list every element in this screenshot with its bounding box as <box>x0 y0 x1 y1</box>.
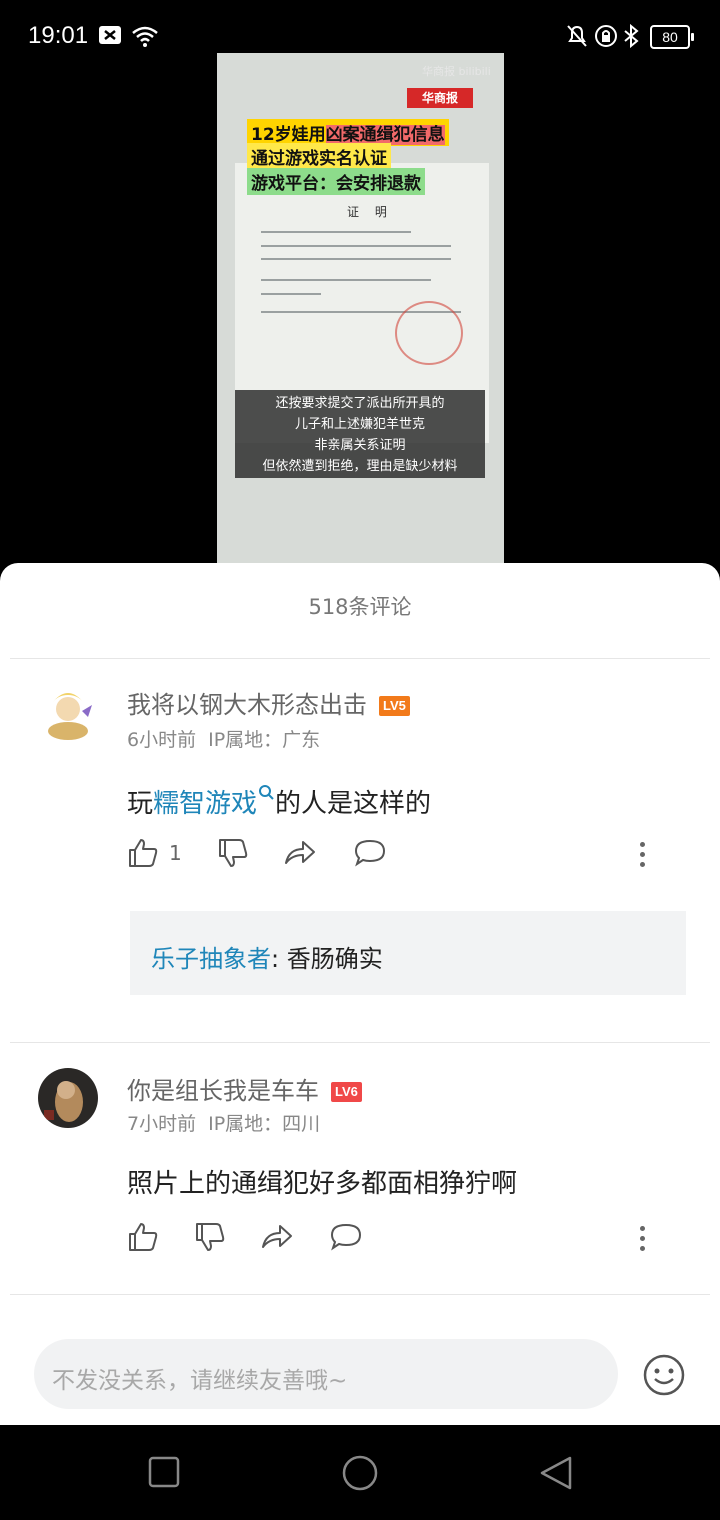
divider <box>10 1294 710 1295</box>
comment-actions <box>127 1221 687 1257</box>
doc-text-line <box>261 231 411 233</box>
comment-text: 照片上的通缉犯好多都面相狰狞啊 <box>127 1169 518 1199</box>
like-icon[interactable] <box>127 837 159 869</box>
search-icon <box>259 785 274 800</box>
more-options-icon[interactable] <box>640 1226 648 1256</box>
headline-2: 通过游戏实名认证 <box>247 143 391 170</box>
reply-preview[interactable]: 乐子抽象者: 香肠确实 <box>130 911 686 995</box>
divider <box>10 1042 710 1043</box>
comment-input[interactable]: 不发没关系，请继续友善哦~ <box>34 1339 618 1409</box>
comment-text: 玩糯智游戏 的人是这样的 <box>127 783 431 820</box>
level-badge: LV5 <box>379 696 410 716</box>
comment-username[interactable]: 你是组长我是车车 LV6 <box>127 1071 362 1106</box>
video-caption: 还按要求提交了派出所开具的 儿子和上述嫌犯羊世克 非亲属关系证明 但依然遭到拒绝… <box>235 390 485 478</box>
doc-text-line <box>261 293 321 295</box>
dislike-icon[interactable] <box>217 837 249 869</box>
avatar[interactable] <box>38 1068 98 1128</box>
doc-text-line <box>261 279 431 281</box>
comment-count-title: 518条评论 <box>308 595 412 619</box>
clock: 19:01 <box>28 22 89 49</box>
emoji-icon[interactable] <box>642 1353 686 1397</box>
reply-icon[interactable] <box>353 837 387 869</box>
reply-icon[interactable] <box>329 1221 363 1253</box>
share-icon[interactable] <box>283 837 317 869</box>
battery-indicator: 80 <box>650 25 694 49</box>
bluetooth-icon <box>624 24 639 48</box>
comment-input-placeholder: 不发没关系，请继续友善哦~ <box>52 1368 348 1394</box>
official-stamp <box>395 301 463 365</box>
notification-icon <box>99 26 121 44</box>
like-icon[interactable] <box>127 1221 159 1253</box>
reply-username[interactable]: 乐子抽象者 <box>151 945 271 973</box>
search-link[interactable]: 糯智游戏 <box>153 785 275 819</box>
comments-sheet: 518条评论 我将以钢大木形态出击 LV5 6小时前 IP属地：广东 玩糯智游戏 的人… <box>0 563 720 1425</box>
wifi-icon <box>132 26 158 47</box>
avatar[interactable] <box>38 683 98 743</box>
like-count: 1 <box>169 841 182 865</box>
document-title: 证 明 <box>347 205 393 219</box>
doc-text-line <box>261 245 451 247</box>
video-player[interactable]: 华商报 bilibili 华商报 12岁娃用凶案通缉犯信息 通过游戏实名认证 游… <box>217 53 504 563</box>
more-options-icon[interactable] <box>640 842 648 872</box>
doc-text-line <box>261 258 451 260</box>
comment-username[interactable]: 我将以钢大木形态出击 LV5 <box>127 685 410 720</box>
mute-bell-icon <box>567 25 587 47</box>
brand-logo: 华商报 <box>407 88 473 108</box>
comment-input-bar: 不发没关系，请继续友善哦~ <box>0 1323 720 1425</box>
rotation-lock-icon <box>595 25 617 47</box>
system-nav-bar <box>0 1425 720 1520</box>
headline-3: 游戏平台：会安排退款 <box>247 168 425 195</box>
comment-meta: 7小时前 IP属地：四川 <box>127 1113 321 1135</box>
dislike-icon[interactable] <box>194 1221 226 1253</box>
video-watermark: 华商报 bilibili <box>422 65 491 78</box>
headline-1: 12岁娃用凶案通缉犯信息 <box>247 119 449 146</box>
home-button[interactable] <box>340 1455 380 1491</box>
share-icon[interactable] <box>260 1221 294 1253</box>
recent-apps-button[interactable] <box>148 1455 180 1489</box>
comment-actions: 1 <box>127 837 687 873</box>
reply-text: 乐子抽象者: 香肠确实 <box>151 945 383 973</box>
divider <box>10 658 710 659</box>
level-badge: LV6 <box>331 1082 362 1102</box>
comment-meta: 6小时前 IP属地：广东 <box>127 729 321 751</box>
back-button[interactable] <box>538 1455 574 1491</box>
